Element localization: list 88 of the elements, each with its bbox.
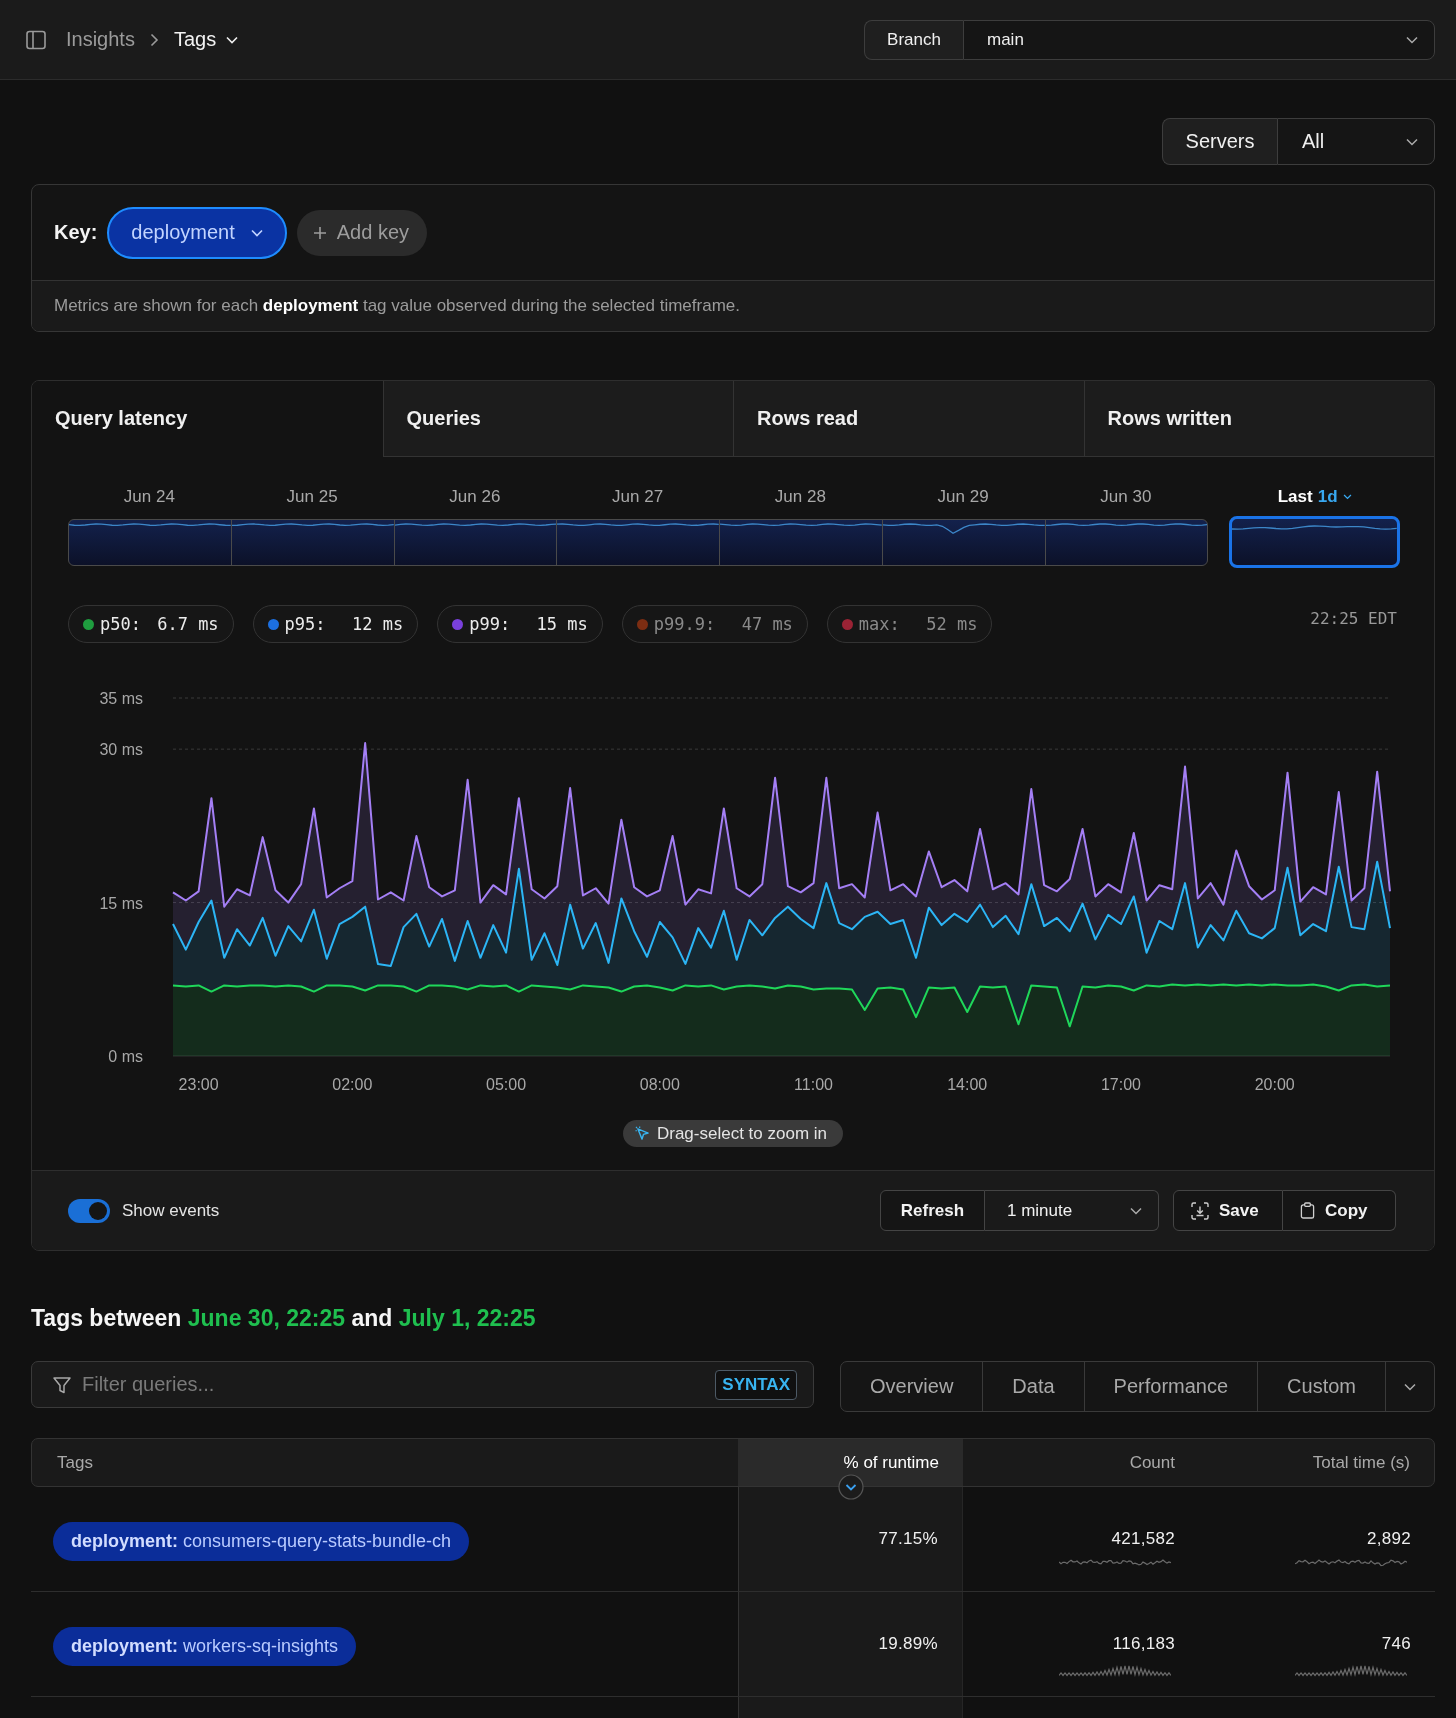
servers-dropdown[interactable]: All bbox=[1277, 118, 1435, 165]
plus-icon bbox=[312, 225, 327, 240]
filter-icon bbox=[52, 1374, 72, 1395]
toggle-label: Show events bbox=[122, 1200, 220, 1221]
axis-label: 05:00 bbox=[486, 1076, 527, 1093]
show-events-toggle[interactable] bbox=[68, 1198, 110, 1223]
timeline-tile[interactable] bbox=[393, 519, 558, 566]
add-key-button[interactable]: Add key bbox=[296, 209, 428, 256]
legend-toggle[interactable]: p50: 6.7 ms bbox=[68, 605, 234, 643]
axis-label: 30 ms bbox=[99, 741, 143, 759]
column-header[interactable]: Total time (s) bbox=[1199, 1439, 1434, 1486]
caret-icon bbox=[1130, 1206, 1142, 1215]
legend-toggle[interactable]: p99: 15 ms bbox=[437, 605, 603, 643]
key-description: Metrics are shown for each deployment tag value observed during the selected timeframe. bbox=[54, 296, 740, 316]
axis-label: 35 ms bbox=[99, 690, 143, 707]
timeline-tile[interactable] bbox=[881, 519, 1046, 566]
clipboard-icon bbox=[1300, 1202, 1315, 1219]
branch-dropdown[interactable]: main bbox=[963, 19, 1435, 60]
timeline-tile[interactable] bbox=[556, 519, 720, 566]
legend-toggle[interactable]: max: 52 ms bbox=[826, 605, 993, 643]
frame-download-icon bbox=[1191, 1201, 1209, 1220]
timeline-label: Jun 29 bbox=[936, 486, 990, 508]
sort-icon[interactable] bbox=[837, 1474, 864, 1500]
metric-tab[interactable]: Rows read bbox=[733, 381, 1084, 457]
copy-button[interactable]: Copy bbox=[1283, 1190, 1396, 1231]
axis-label: 0 ms bbox=[108, 1048, 143, 1065]
caret-icon bbox=[1406, 35, 1418, 44]
branch-label: Branch bbox=[864, 19, 963, 60]
axis-label: 14:00 bbox=[947, 1076, 988, 1093]
column-header[interactable]: % of runtime bbox=[738, 1439, 963, 1486]
legend-toggle[interactable]: p99.9: 47 ms bbox=[621, 605, 808, 643]
section-heading: Tags between June 30, 22:25 and July 1, 22:25 bbox=[31, 1304, 537, 1333]
key-label: Key: bbox=[54, 221, 98, 244]
caret-icon bbox=[1342, 494, 1352, 500]
table-cell: 421,582 bbox=[1111, 1529, 1175, 1549]
timeline-label: Jun 26 bbox=[448, 486, 502, 508]
save-button[interactable]: Save bbox=[1173, 1190, 1283, 1231]
column-header[interactable]: Count bbox=[963, 1439, 1199, 1486]
view-tab[interactable]: Performance bbox=[1083, 1362, 1258, 1411]
breadcrumb-link[interactable]: Insights bbox=[66, 28, 135, 51]
timeline-label: Last 1d bbox=[1229, 485, 1400, 509]
timeline-label: Jun 25 bbox=[285, 486, 339, 508]
timeline-tile[interactable] bbox=[719, 519, 883, 566]
timeline-label: Jun 24 bbox=[122, 486, 176, 508]
filter-field[interactable]: Filter queries... SYNTAX bbox=[31, 1361, 814, 1408]
timeline-label: Jun 28 bbox=[773, 486, 827, 508]
caret-icon bbox=[226, 35, 239, 44]
timestamp: 22:25 EDT bbox=[1310, 609, 1397, 628]
timeline-tile[interactable] bbox=[1229, 516, 1400, 568]
chevron-right-icon bbox=[149, 32, 159, 47]
key-dropdown[interactable]: deployment bbox=[107, 206, 287, 259]
axis-label: 15 ms bbox=[99, 894, 143, 912]
view-tab[interactable]: Data bbox=[982, 1362, 1084, 1411]
column-header[interactable]: Tags bbox=[32, 1439, 738, 1486]
axis-label: 02:00 bbox=[332, 1076, 373, 1093]
cursor-icon bbox=[634, 1126, 650, 1141]
interval-dropdown[interactable]: 1 minute bbox=[985, 1190, 1159, 1231]
axis-label: 11:00 bbox=[794, 1076, 833, 1093]
table-cell: 2,892 bbox=[1366, 1529, 1411, 1549]
table-cell: 746 bbox=[1381, 1634, 1411, 1654]
table-cell: 116,183 bbox=[1112, 1634, 1175, 1654]
sidebar-toggle-icon[interactable] bbox=[26, 29, 46, 50]
view-tab[interactable]: Overview bbox=[841, 1362, 983, 1411]
breadcrumb-link[interactable]: Tags bbox=[173, 28, 239, 51]
timeline-label: Jun 27 bbox=[611, 486, 665, 508]
axis-label: 20:00 bbox=[1254, 1076, 1295, 1093]
timeline-tile[interactable] bbox=[230, 519, 395, 566]
servers-label: Servers bbox=[1162, 118, 1277, 165]
axis-label: 08:00 bbox=[639, 1076, 680, 1093]
metric-tab[interactable]: Queries bbox=[382, 381, 733, 457]
timeline-tile[interactable] bbox=[1044, 519, 1209, 566]
table-cell: 77.15% bbox=[738, 1487, 963, 1591]
table-cell: 19.89% bbox=[738, 1592, 963, 1696]
hint-text: Drag-select to zoom in bbox=[656, 1123, 828, 1144]
timeline-label: Jun 30 bbox=[1099, 486, 1153, 508]
caret-icon bbox=[1406, 137, 1418, 146]
refresh-button[interactable]: Refresh bbox=[880, 1190, 985, 1231]
caret-icon bbox=[1404, 1382, 1416, 1391]
axis-label: 23:00 bbox=[178, 1076, 219, 1093]
legend-toggle[interactable]: p95: 12 ms bbox=[252, 605, 419, 643]
caret-icon bbox=[250, 228, 263, 237]
axis-label: 17:00 bbox=[1100, 1076, 1141, 1093]
view-tab[interactable]: Custom bbox=[1257, 1362, 1385, 1411]
timeline-tile[interactable] bbox=[68, 519, 232, 566]
tag[interactable]: deployment: workers-sq-insights bbox=[53, 1627, 357, 1666]
tag[interactable]: deployment: consumers-query-stats-bundle-ch bbox=[53, 1522, 470, 1561]
syntax-button[interactable]: SYNTAX bbox=[715, 1369, 797, 1400]
metric-tab[interactable]: Rows written bbox=[1083, 381, 1434, 457]
